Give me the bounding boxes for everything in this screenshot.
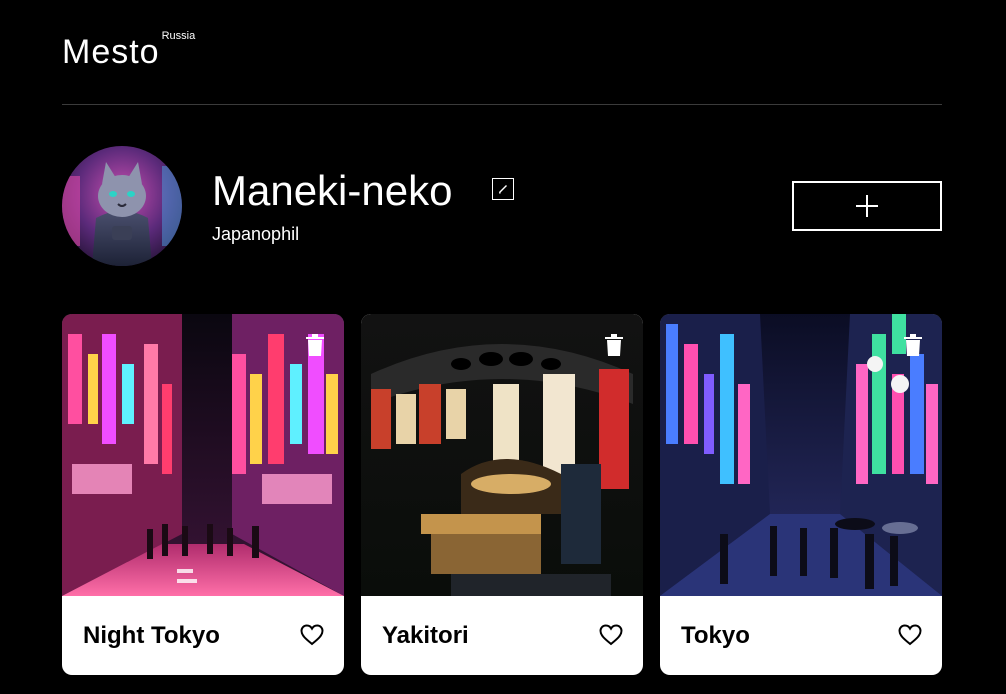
logo: Mesto Russia [62, 30, 196, 72]
profile-name: Maneki-neko [212, 167, 453, 214]
trash-icon [306, 334, 324, 356]
card: Yakitori [361, 314, 643, 675]
logo-subtext: Russia [161, 30, 196, 42]
page: Mesto Russia Maneki-neko Japanophil Nigh… [0, 0, 1006, 694]
trash-icon [904, 334, 922, 356]
heart-icon [599, 624, 623, 646]
heart-icon [898, 624, 922, 646]
pencil-icon [499, 185, 507, 194]
card-image-yakitori[interactable] [361, 314, 643, 596]
card-title: Night Tokyo [83, 622, 220, 649]
add-card-button[interactable] [792, 181, 942, 231]
logo-text: Mesto [62, 33, 160, 71]
delete-card-button[interactable] [306, 334, 324, 356]
card-image-tokyo[interactable] [660, 314, 942, 596]
card-title: Tokyo [681, 622, 750, 649]
heart-icon [300, 624, 324, 646]
delete-card-button[interactable] [605, 334, 623, 356]
delete-card-button[interactable] [904, 334, 922, 356]
like-button[interactable] [898, 624, 922, 646]
card: Night Tokyo [62, 314, 344, 675]
card: Tokyo [660, 314, 942, 675]
plus-icon [856, 195, 878, 217]
card-title: Yakitori [382, 622, 469, 649]
header-divider [62, 104, 942, 105]
profile-about: Japanophil [212, 224, 300, 244]
like-button[interactable] [300, 624, 324, 646]
avatar[interactable] [62, 146, 182, 266]
card-image-night-tokyo[interactable] [62, 314, 344, 596]
trash-icon [605, 334, 623, 356]
edit-profile-button[interactable] [492, 178, 514, 200]
like-button[interactable] [599, 624, 623, 646]
